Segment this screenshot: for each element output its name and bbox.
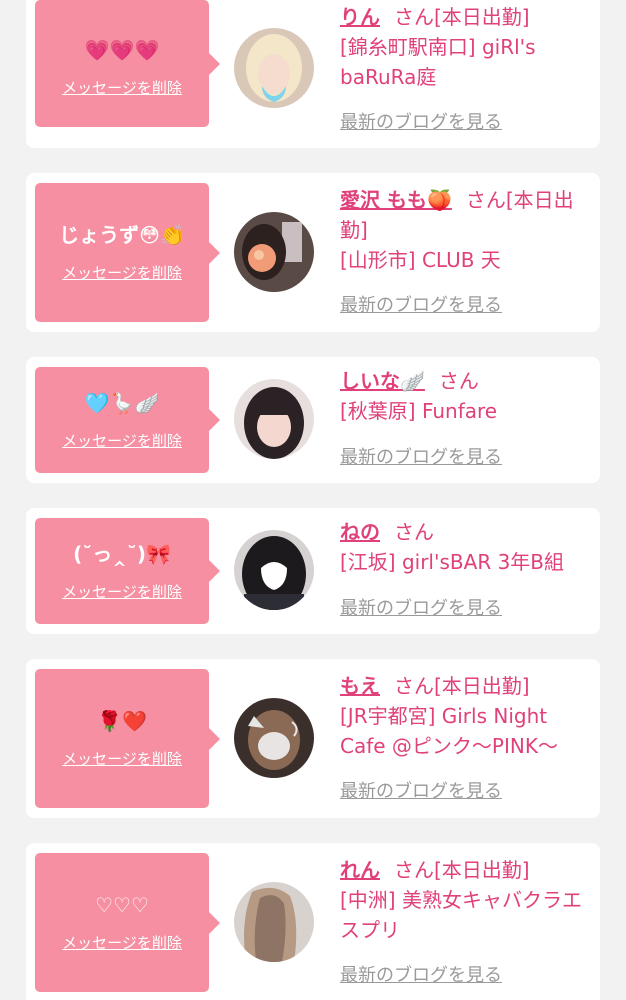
message-text: (˘っ‸˘)🎀 [73, 542, 171, 566]
cast-status: さん [438, 369, 479, 393]
delete-message-link[interactable]: メッセージを削除 [35, 934, 209, 952]
message-bubble: ♡♡♡ メッセージを削除 [35, 853, 220, 992]
message-text: ♡♡♡ [95, 893, 149, 917]
delete-message-link[interactable]: メッセージを削除 [35, 79, 209, 97]
profile-photo-icon [234, 28, 314, 108]
message-card: (˘っ‸˘)🎀 メッセージを削除 ねの さん [江坂] girl'sBAR 3年B… [26, 508, 600, 634]
shop-name: [錦糸町駅南口] giRl's baRuRa庭 [340, 35, 536, 89]
message-text: 💗💗💗 [84, 38, 160, 62]
cast-info: れん さん[本日出勤] [中洲] 美熟女キャバクラエスプリ [340, 855, 592, 945]
message-bubble: (˘っ‸˘)🎀 メッセージを削除 [35, 518, 220, 624]
latest-blog-link[interactable]: 最新のブログを見る [340, 965, 502, 987]
shop-name: [JR宇都宮] Girls Night Cafe @ピンク〜PINK〜 [340, 704, 558, 758]
avatar[interactable] [234, 212, 314, 292]
cast-name-link[interactable]: しいな🪽 [340, 369, 425, 393]
message-bubble: 🩵🪿🪽 メッセージを削除 [35, 367, 220, 473]
message-list: 💗💗💗 メッセージを削除 りん さん[本日出勤] [錦糸町駅南口] giRl's … [0, 0, 626, 1000]
message-card: 💗💗💗 メッセージを削除 りん さん[本日出勤] [錦糸町駅南口] giRl's … [26, 0, 600, 148]
message-card: 🌹❤️ メッセージを削除 もえ さん[本日出勤] [JR宇都宮] Girls Ni… [26, 659, 600, 818]
cast-status: さん [394, 520, 434, 544]
message-text: じょうず😳👏 [59, 223, 185, 247]
message-text: 🌹❤️ [97, 709, 147, 733]
latest-blog-link[interactable]: 最新のブログを見る [340, 295, 502, 317]
cast-status: さん[本日出勤] [394, 674, 530, 698]
cast-info: 愛沢 もも🍑 さん[本日出勤] [山形市] CLUB 天 [340, 185, 592, 275]
message-bubble: じょうず😳👏 メッセージを削除 [35, 183, 220, 322]
profile-photo-icon [234, 379, 314, 459]
cast-info: りん さん[本日出勤] [錦糸町駅南口] giRl's baRuRa庭 [340, 2, 592, 92]
latest-blog-link[interactable]: 最新のブログを見る [340, 447, 502, 469]
cast-name-link[interactable]: もえ [340, 674, 380, 698]
shop-name: [江坂] girl'sBAR 3年B組 [340, 550, 565, 574]
delete-message-link[interactable]: メッセージを削除 [35, 750, 209, 768]
message-bubble: 🌹❤️ メッセージを削除 [35, 669, 220, 808]
cast-status: さん[本日出勤] [394, 858, 530, 882]
delete-message-link[interactable]: メッセージを削除 [35, 583, 209, 601]
message-card: ♡♡♡ メッセージを削除 れん さん[本日出勤] [中洲] 美熟女キャバクラエスプ… [26, 843, 600, 1000]
cast-name-link[interactable]: りん [340, 5, 380, 29]
avatar[interactable] [234, 379, 314, 459]
avatar[interactable] [234, 698, 314, 778]
cast-status: さん[本日出勤] [394, 5, 530, 29]
message-card: じょうず😳👏 メッセージを削除 愛沢 もも🍑 さん[本日出勤] [山形市] CLU… [26, 173, 600, 332]
shop-name: [山形市] CLUB 天 [340, 248, 501, 272]
delete-message-link[interactable]: メッセージを削除 [35, 432, 209, 450]
message-bubble: 💗💗💗 メッセージを削除 [35, 0, 220, 127]
cast-info: しいな🪽 さん [秋葉原] Funfare [340, 366, 592, 426]
cast-info: もえ さん[本日出勤] [JR宇都宮] Girls Night Cafe @ピンク… [340, 671, 592, 761]
message-text: 🩵🪿🪽 [84, 391, 160, 415]
cast-info: ねの さん [江坂] girl'sBAR 3年B組 [340, 517, 592, 577]
profile-photo-icon [234, 882, 314, 962]
cast-name-link[interactable]: ねの [340, 520, 380, 544]
shop-name: [中洲] 美熟女キャバクラエスプリ [340, 888, 582, 942]
profile-photo-icon [234, 698, 314, 778]
latest-blog-link[interactable]: 最新のブログを見る [340, 781, 502, 803]
avatar[interactable] [234, 882, 314, 962]
delete-message-link[interactable]: メッセージを削除 [35, 264, 209, 282]
latest-blog-link[interactable]: 最新のブログを見る [340, 112, 502, 134]
shop-name: [秋葉原] Funfare [340, 399, 498, 423]
profile-photo-icon [234, 212, 314, 292]
cast-name-link[interactable]: れん [340, 858, 380, 882]
avatar[interactable] [234, 28, 314, 108]
avatar[interactable] [234, 530, 314, 610]
latest-blog-link[interactable]: 最新のブログを見る [340, 598, 502, 620]
message-card: 🩵🪿🪽 メッセージを削除 しいな🪽 さん [秋葉原] Funfare 最新のブログ… [26, 357, 600, 483]
cast-name-link[interactable]: 愛沢 もも🍑 [340, 188, 452, 212]
profile-photo-icon [234, 530, 314, 610]
